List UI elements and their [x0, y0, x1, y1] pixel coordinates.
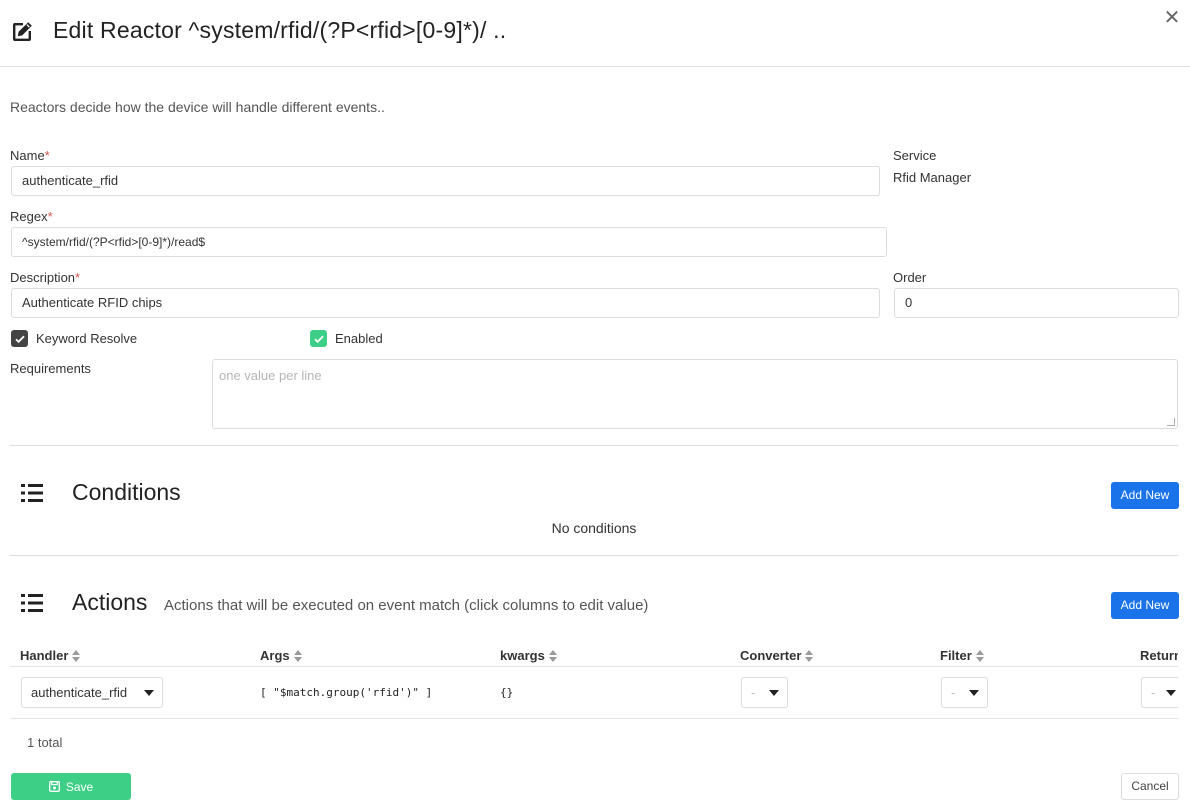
- column-header-label: kwargs: [500, 648, 545, 663]
- required-mark: *: [44, 148, 50, 163]
- description-input[interactable]: Authenticate RFID chips: [11, 288, 880, 318]
- modal-title: Edit Reactor ^system/rfid/(?P<rfid>[0-9]…: [53, 17, 507, 43]
- chevron-down-icon: [969, 690, 979, 696]
- column-header-label: Filter: [940, 648, 972, 663]
- order-label: Order: [893, 270, 927, 285]
- save-button[interactable]: Save: [11, 773, 131, 800]
- required-mark: *: [47, 209, 53, 224]
- regex-input[interactable]: ^system/rfid/(?P<rfid>[0-9]*)/read$: [11, 227, 887, 257]
- chevron-down-icon: [769, 690, 779, 696]
- intro-text: Reactors decide how the device will hand…: [10, 99, 385, 115]
- sort-icon: [72, 649, 81, 662]
- requirements-placeholder: one value per line: [219, 368, 322, 383]
- column-header-label: Return: [1140, 648, 1178, 663]
- sort-icon: [293, 649, 302, 662]
- regex-label: Regex*: [10, 209, 53, 224]
- handler-select[interactable]: authenticate_rfid: [21, 677, 163, 708]
- total-count: 1 total: [27, 735, 63, 750]
- column-header-label: Converter: [740, 648, 802, 663]
- table-row-divider: [10, 718, 1178, 719]
- modal-header: Edit Reactor ^system/rfid/(?P<rfid>[0-9]…: [0, 0, 1190, 67]
- chevron-down-icon: [144, 690, 154, 696]
- return-select[interactable]: -: [1141, 677, 1178, 708]
- column-header-kwargs[interactable]: kwargs: [500, 648, 557, 663]
- column-header-label: Handler: [20, 648, 69, 663]
- column-header-label: Args: [260, 648, 290, 663]
- divider: [10, 555, 1178, 556]
- service-label: Service: [893, 148, 937, 163]
- save-label: Save: [65, 779, 94, 794]
- regex-label-text: Regex: [10, 209, 48, 224]
- description-label: Description*: [10, 270, 80, 285]
- edit-icon: [13, 22, 32, 41]
- sort-icon: [548, 649, 557, 662]
- enabled-checkbox[interactable]: Enabled: [310, 330, 383, 347]
- required-mark: *: [75, 270, 81, 285]
- requirements-label: Requirements: [10, 361, 91, 376]
- checkbox-checked-icon[interactable]: [310, 330, 327, 347]
- conditions-title: Conditions: [72, 479, 181, 505]
- sort-icon: [975, 649, 984, 662]
- save-icon: [48, 781, 60, 792]
- name-input[interactable]: authenticate_rfid: [11, 166, 880, 196]
- close-icon[interactable]: ✕: [1162, 8, 1182, 28]
- enabled-label: Enabled: [335, 331, 383, 346]
- no-conditions-text: No conditions: [551, 520, 637, 536]
- list-icon: [21, 594, 43, 612]
- name-label: Name*: [10, 148, 50, 163]
- column-header-filter[interactable]: Filter: [940, 648, 984, 663]
- requirements-textarea[interactable]: one value per line: [212, 359, 1178, 429]
- add-condition-button[interactable]: Add New: [1111, 482, 1179, 509]
- filter-select[interactable]: -: [941, 677, 988, 708]
- cancel-button[interactable]: Cancel: [1121, 773, 1179, 800]
- keyword-resolve-label: Keyword Resolve: [36, 331, 138, 346]
- actions-title: Actions: [72, 589, 148, 615]
- checkbox-checked-icon[interactable]: [11, 330, 28, 347]
- args-cell[interactable]: [ "$match.group('rfid')" ]: [260, 686, 432, 699]
- resize-handle[interactable]: [1167, 418, 1175, 426]
- actions-subtitle: Actions that will be executed on event m…: [164, 597, 649, 614]
- converter-select[interactable]: -: [741, 677, 788, 708]
- converter-value: -: [751, 685, 756, 700]
- service-value: Rfid Manager: [893, 170, 972, 185]
- divider: [10, 445, 1178, 446]
- table-header-divider: [10, 666, 1178, 667]
- keyword-resolve-checkbox[interactable]: Keyword Resolve: [11, 330, 137, 347]
- kwargs-cell[interactable]: {}: [500, 686, 513, 699]
- handler-value: authenticate_rfid: [31, 685, 128, 700]
- column-header-converter[interactable]: Converter: [740, 648, 814, 663]
- add-action-button[interactable]: Add New: [1111, 592, 1179, 619]
- name-label-text: Name: [10, 148, 45, 163]
- description-label-text: Description: [10, 270, 76, 285]
- filter-value: -: [951, 685, 956, 700]
- column-header-handler[interactable]: Handler: [20, 648, 81, 663]
- return-value: -: [1151, 685, 1156, 700]
- sort-icon: [805, 649, 814, 662]
- list-icon: [21, 484, 43, 502]
- column-header-args[interactable]: Args: [260, 648, 302, 663]
- chevron-down-icon: [1166, 690, 1176, 696]
- column-header-return[interactable]: Return: [1140, 648, 1178, 663]
- order-input[interactable]: 0: [894, 288, 1179, 318]
